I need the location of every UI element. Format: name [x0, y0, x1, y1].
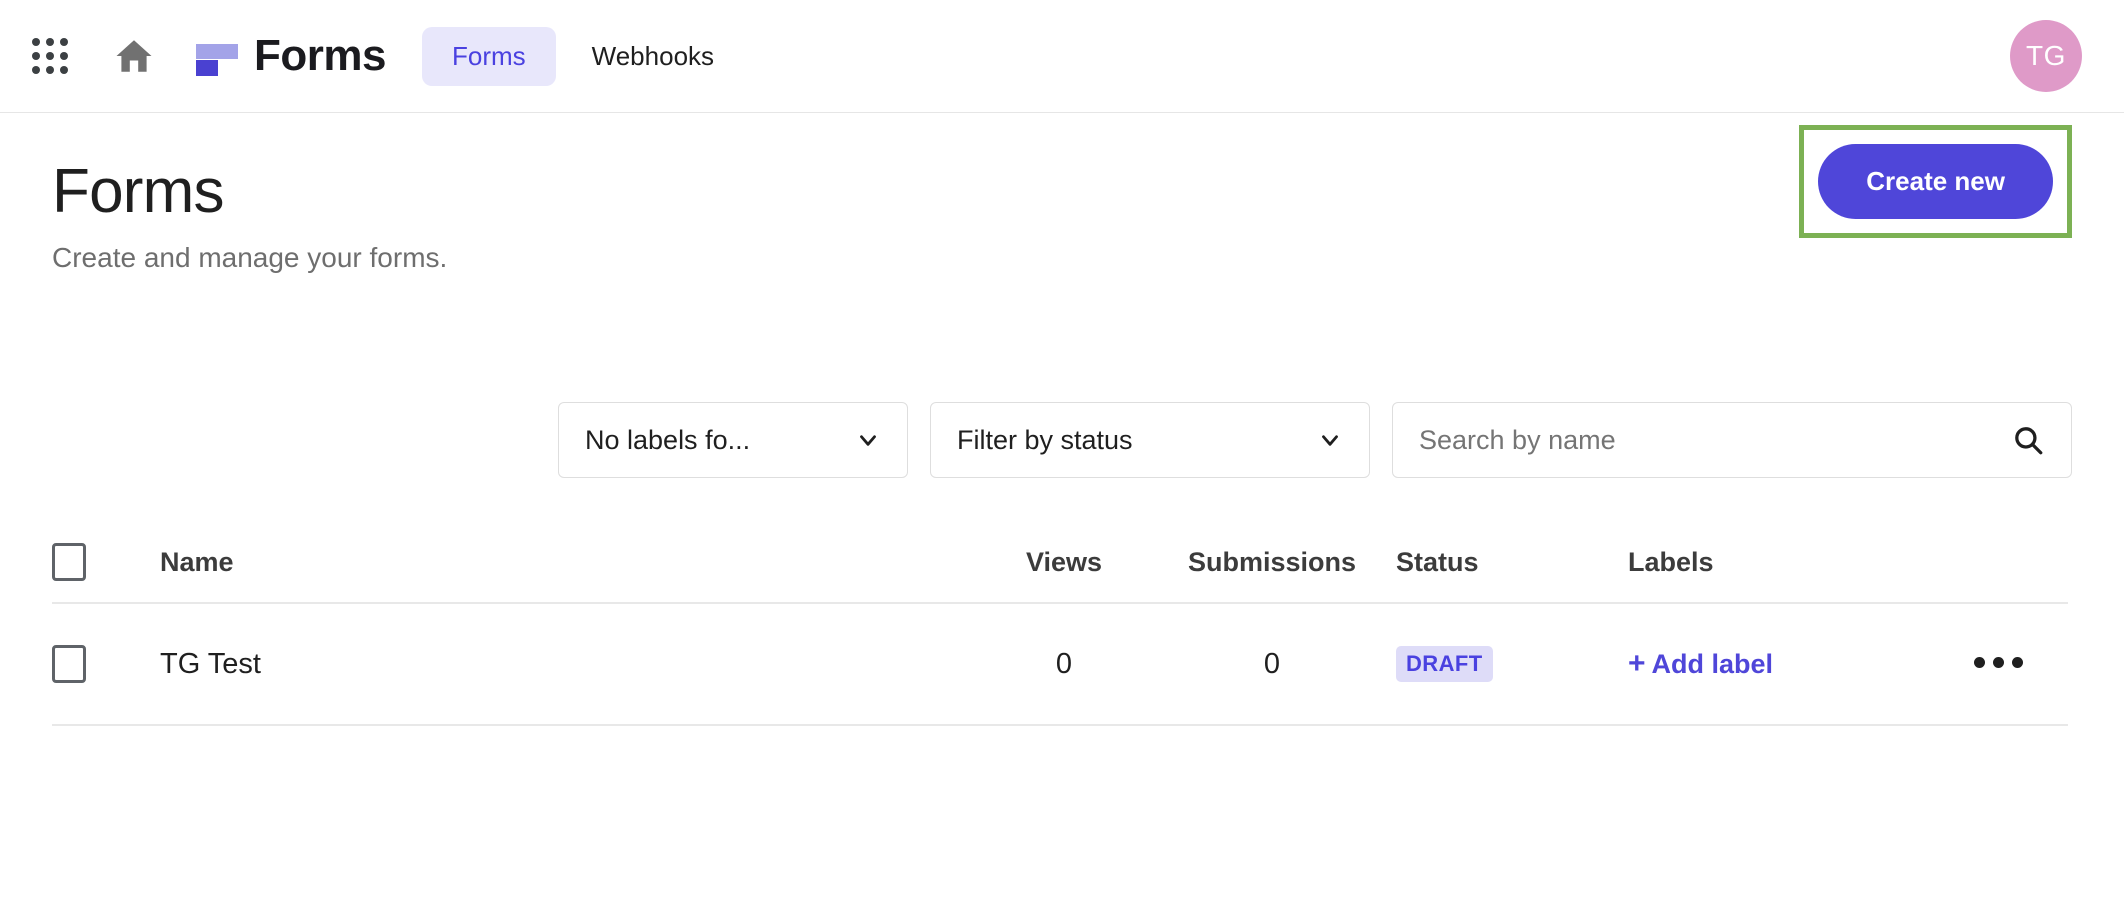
cell-submissions: 0 — [1148, 648, 1396, 681]
status-filter-select[interactable]: Filter by status — [930, 402, 1370, 478]
select-all-checkbox[interactable] — [52, 543, 86, 581]
status-badge: DRAFT — [1396, 646, 1493, 682]
chevron-down-icon — [1317, 427, 1343, 453]
top-app-bar: Forms Forms Webhooks TG — [0, 0, 2124, 113]
brand-title: Forms — [254, 31, 386, 81]
forms-logo-icon — [196, 35, 238, 77]
avatar[interactable]: TG — [2010, 20, 2082, 92]
home-icon — [113, 35, 155, 77]
page-header: Forms Create and manage your forms. Crea… — [52, 113, 2072, 274]
column-header-submissions[interactable]: Submissions — [1148, 547, 1396, 578]
filters-toolbar: No labels fo... Filter by status — [52, 402, 2072, 478]
row-select-cell — [52, 645, 160, 683]
cell-form-name[interactable]: TG Test — [160, 648, 980, 681]
tab-webhooks[interactable]: Webhooks — [562, 27, 744, 86]
brand[interactable]: Forms — [196, 31, 386, 81]
search-box[interactable] — [1392, 402, 2072, 478]
select-all-cell — [52, 543, 160, 581]
labels-filter-select[interactable]: No labels fo... — [558, 402, 908, 478]
labels-filter-value: No labels fo... — [585, 425, 841, 456]
create-new-highlight: Create new — [1799, 125, 2072, 238]
table-row[interactable]: TG Test 0 0 DRAFT + Add label — [52, 604, 2068, 726]
top-nav-tabs: Forms Webhooks — [422, 27, 744, 86]
chevron-down-icon — [855, 427, 881, 453]
apps-grid-button[interactable] — [22, 28, 78, 84]
add-label-text: Add label — [1652, 649, 1774, 680]
status-filter-value: Filter by status — [957, 425, 1303, 456]
more-options-icon[interactable] — [1974, 657, 2023, 668]
page-title: Forms — [52, 159, 2072, 224]
column-header-labels[interactable]: Labels — [1628, 547, 1928, 578]
add-label-button[interactable]: + Add label — [1628, 649, 1773, 680]
column-header-views[interactable]: Views — [980, 547, 1148, 578]
table-header-row: Name Views Submissions Status Labels — [52, 522, 2068, 604]
avatar-initials: TG — [2026, 40, 2066, 72]
search-input[interactable] — [1419, 425, 2011, 456]
cell-views: 0 — [980, 648, 1148, 681]
page-subtitle: Create and manage your forms. — [52, 242, 2072, 274]
column-header-status[interactable]: Status — [1396, 547, 1628, 578]
forms-table: Name Views Submissions Status Labels TG … — [52, 522, 2072, 726]
apps-grid-icon — [32, 38, 68, 74]
home-button[interactable] — [106, 28, 162, 84]
cell-status: DRAFT — [1396, 646, 1628, 682]
column-header-name[interactable]: Name — [160, 547, 980, 578]
plus-icon: + — [1628, 649, 1646, 679]
cell-labels: + Add label — [1628, 649, 1928, 680]
search-icon[interactable] — [2011, 423, 2045, 457]
tab-forms[interactable]: Forms — [422, 27, 556, 86]
create-new-button[interactable]: Create new — [1818, 144, 2053, 219]
row-checkbox[interactable] — [52, 645, 86, 683]
page-content: Forms Create and manage your forms. Crea… — [0, 113, 2124, 726]
cell-row-actions — [1928, 655, 2068, 673]
